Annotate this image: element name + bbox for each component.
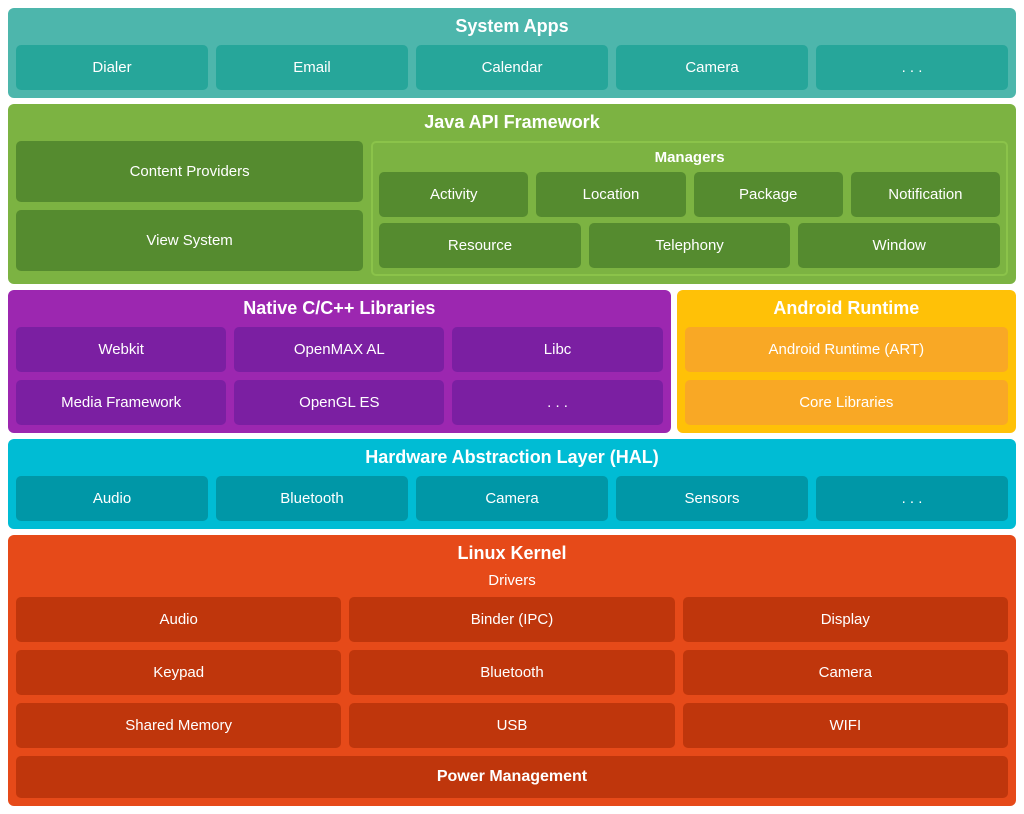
power-management-bar: Power Management — [16, 756, 1008, 798]
hal-title: Hardware Abstraction Layer (HAL) — [16, 447, 1008, 468]
linux-row1: Audio Binder (IPC) Display — [16, 597, 1008, 642]
item-resource: Resource — [379, 223, 581, 268]
linux-title: Linux Kernel — [16, 543, 1008, 564]
item-location: Location — [536, 172, 685, 217]
item-calendar: Calendar — [416, 45, 608, 90]
managers-row2: Resource Telephony Window — [379, 223, 1000, 268]
item-dialer: Dialer — [16, 45, 208, 90]
native-runtime-row: Native C/C++ Libraries Webkit OpenMAX AL… — [8, 290, 1016, 433]
item-linux-audio: Audio — [16, 597, 341, 642]
native-row2: Media Framework OpenGL ES . . . — [16, 380, 663, 425]
system-apps-title: System Apps — [16, 16, 1008, 37]
managers-row1: Activity Location Package Notification — [379, 172, 1000, 217]
item-display: Display — [683, 597, 1008, 642]
layer-java-api: Java API Framework Content Providers Vie… — [8, 104, 1016, 284]
drivers-title: Drivers — [488, 572, 536, 589]
item-native-more: . . . — [452, 380, 662, 425]
managers-title: Managers — [379, 149, 1000, 166]
item-more: . . . — [816, 45, 1008, 90]
item-binder: Binder (IPC) — [349, 597, 674, 642]
item-opengl: OpenGL ES — [234, 380, 444, 425]
runtime-items: Android Runtime (ART) Core Libraries — [685, 327, 1008, 425]
item-window: Window — [798, 223, 1000, 268]
item-hal-camera: Camera — [416, 476, 608, 521]
layer-system-apps: System Apps Dialer Email Calendar Camera… — [8, 8, 1016, 98]
item-package: Package — [694, 172, 843, 217]
java-api-left: Content Providers View System — [16, 141, 363, 276]
layer-android-runtime: Android Runtime Android Runtime (ART) Co… — [677, 290, 1016, 433]
architecture-diagram: System Apps Dialer Email Calendar Camera… — [8, 8, 1016, 806]
item-openmax: OpenMAX AL — [234, 327, 444, 372]
item-notification: Notification — [851, 172, 1000, 217]
item-email: Email — [216, 45, 408, 90]
java-api-title: Java API Framework — [16, 112, 1008, 133]
item-webkit: Webkit — [16, 327, 226, 372]
item-hal-bluetooth: Bluetooth — [216, 476, 408, 521]
java-api-managers: Managers Activity Location Package Notif… — [371, 141, 1008, 276]
item-hal-sensors: Sensors — [616, 476, 808, 521]
item-wifi: WIFI — [683, 703, 1008, 748]
item-hal-more: . . . — [816, 476, 1008, 521]
item-view-system: View System — [16, 210, 363, 271]
item-core-libraries: Core Libraries — [685, 380, 1008, 425]
android-runtime-title: Android Runtime — [685, 298, 1008, 319]
hal-items: Audio Bluetooth Camera Sensors . . . — [16, 476, 1008, 521]
item-linux-camera: Camera — [683, 650, 1008, 695]
layer-linux: Linux Kernel Drivers Audio Binder (IPC) … — [8, 535, 1016, 806]
native-title: Native C/C++ Libraries — [16, 298, 663, 319]
layer-native: Native C/C++ Libraries Webkit OpenMAX AL… — [8, 290, 671, 433]
system-apps-items: Dialer Email Calendar Camera . . . — [16, 45, 1008, 90]
item-media-framework: Media Framework — [16, 380, 226, 425]
linux-row2: Keypad Bluetooth Camera — [16, 650, 1008, 695]
item-keypad: Keypad — [16, 650, 341, 695]
linux-row3: Shared Memory USB WIFI — [16, 703, 1008, 748]
item-art: Android Runtime (ART) — [685, 327, 1008, 372]
item-hal-audio: Audio — [16, 476, 208, 521]
item-libc: Libc — [452, 327, 662, 372]
layer-hal: Hardware Abstraction Layer (HAL) Audio B… — [8, 439, 1016, 529]
native-row1: Webkit OpenMAX AL Libc — [16, 327, 663, 372]
item-telephony: Telephony — [589, 223, 791, 268]
item-camera: Camera — [616, 45, 808, 90]
item-content-providers: Content Providers — [16, 141, 363, 202]
item-activity: Activity — [379, 172, 528, 217]
java-api-content: Content Providers View System Managers A… — [16, 141, 1008, 276]
item-shared-memory: Shared Memory — [16, 703, 341, 748]
item-usb: USB — [349, 703, 674, 748]
item-linux-bluetooth: Bluetooth — [349, 650, 674, 695]
